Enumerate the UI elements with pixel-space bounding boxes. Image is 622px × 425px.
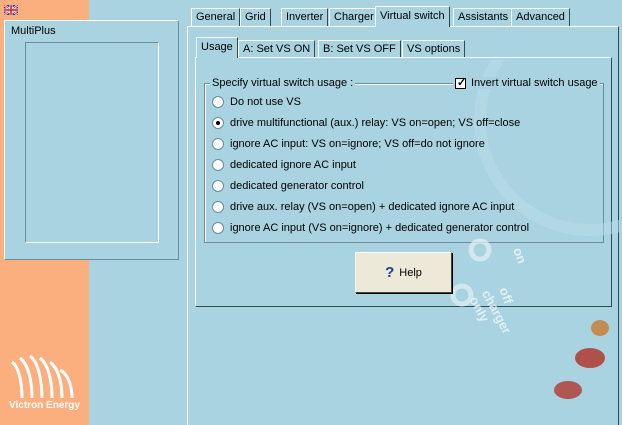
- radio-label: drive aux. relay (VS on=open) + dedicate…: [230, 201, 515, 213]
- radio-button-selected[interactable]: [212, 117, 224, 129]
- tab-virtual-switch[interactable]: Virtual switch: [375, 6, 450, 27]
- radio-label: drive multifunctional (aux.) relay: VS o…: [230, 117, 521, 129]
- radio-label: Do not use VS: [230, 96, 301, 108]
- help-button[interactable]: ? Help: [355, 252, 452, 293]
- radio-option[interactable]: dedicated ignore AC input: [212, 157, 356, 173]
- tab-grid[interactable]: Grid: [240, 8, 271, 26]
- checkmark-icon: ✓: [457, 76, 467, 89]
- uk-flag-icon[interactable]: [4, 5, 18, 15]
- radio-option[interactable]: ignore AC input: VS on=ignore; VS off=do…: [212, 136, 485, 152]
- invert-checkbox[interactable]: ✓ Invert virtual switch usage: [453, 77, 600, 89]
- tab-advanced[interactable]: Advanced: [511, 8, 570, 26]
- radio-option[interactable]: dedicated generator control: [212, 178, 364, 194]
- radio-button[interactable]: [212, 180, 224, 192]
- radio-button[interactable]: [212, 201, 224, 213]
- help-icon: ?: [385, 264, 395, 281]
- radio-option[interactable]: drive multifunctional (aux.) relay: VS o…: [212, 115, 520, 131]
- radio-button[interactable]: [212, 96, 224, 108]
- tab-inverter[interactable]: Inverter: [281, 8, 329, 26]
- device-label: MultiPlus: [11, 25, 56, 37]
- tab-charger[interactable]: Charger: [329, 8, 379, 26]
- radio-label: ignore AC input: VS on=ignore; VS off=do…: [230, 138, 485, 150]
- radio-label: ignore AC input (VS on=ignore) + dedicat…: [230, 222, 530, 234]
- tab-assistants[interactable]: Assistants: [453, 8, 514, 26]
- radio-button[interactable]: [212, 138, 224, 150]
- radio-button[interactable]: [212, 159, 224, 171]
- brand-name: Victron Energy: [9, 400, 80, 411]
- help-label: Help: [399, 266, 422, 279]
- groupbox-title: Specify virtual switch usage :: [210, 77, 356, 89]
- radio-button[interactable]: [212, 222, 224, 234]
- radio-label: dedicated ignore AC input: [230, 159, 356, 171]
- radio-option[interactable]: Do not use VS: [212, 94, 301, 110]
- radio-option[interactable]: ignore AC input (VS on=ignore) + dedicat…: [212, 220, 529, 236]
- tab-general[interactable]: General: [191, 8, 241, 26]
- subtab-usage[interactable]: Usage: [196, 37, 238, 58]
- radio-label: dedicated generator control: [230, 180, 364, 192]
- device-image-frame: [25, 42, 159, 243]
- checkbox-box[interactable]: ✓: [455, 76, 467, 89]
- invert-label: Invert virtual switch usage: [471, 77, 598, 89]
- radio-option[interactable]: drive aux. relay (VS on=open) + dedicate…: [212, 199, 514, 215]
